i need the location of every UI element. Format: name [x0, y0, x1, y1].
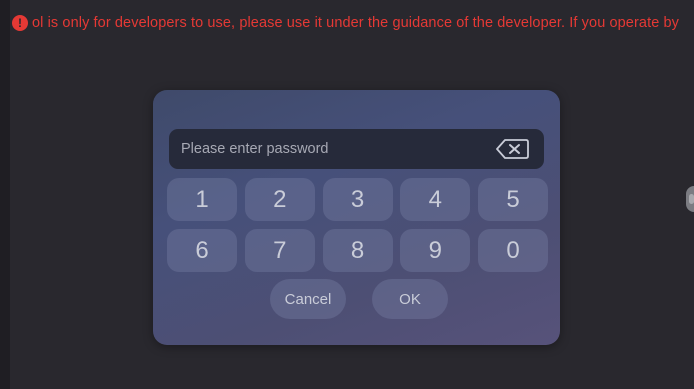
numeric-keypad: 1 2 3 4 5 6 7 8 9 0: [167, 178, 548, 280]
key-6[interactable]: 6: [167, 229, 237, 272]
warning-banner: ! ol is only for developers to use, plea…: [12, 12, 694, 34]
cancel-button[interactable]: Cancel: [270, 279, 346, 319]
password-placeholder: Please enter password: [181, 141, 329, 157]
key-0[interactable]: 0: [478, 229, 548, 272]
screen: ! ol is only for developers to use, plea…: [0, 0, 694, 389]
keypad-row-2: 6 7 8 9 0: [167, 229, 548, 272]
key-8[interactable]: 8: [322, 229, 393, 272]
password-dialog: Please enter password 1 2 3 4 5 6 7 8 9 …: [153, 90, 560, 345]
side-drawer-handle[interactable]: [686, 186, 694, 212]
password-input[interactable]: Please enter password: [169, 129, 544, 169]
left-edge: [0, 0, 10, 389]
key-2[interactable]: 2: [244, 178, 315, 221]
keypad-row-1: 1 2 3 4 5: [167, 178, 548, 221]
key-4[interactable]: 4: [400, 178, 471, 221]
alert-circle-icon: !: [12, 15, 28, 31]
ok-button[interactable]: OK: [372, 279, 448, 319]
key-7[interactable]: 7: [244, 229, 315, 272]
key-1[interactable]: 1: [167, 178, 237, 221]
key-9[interactable]: 9: [400, 229, 471, 272]
backspace-icon[interactable]: [496, 138, 530, 160]
key-3[interactable]: 3: [322, 178, 393, 221]
key-5[interactable]: 5: [478, 178, 548, 221]
dialog-actions: Cancel OK: [270, 279, 448, 319]
warning-text: ol is only for developers to use, please…: [32, 15, 680, 31]
